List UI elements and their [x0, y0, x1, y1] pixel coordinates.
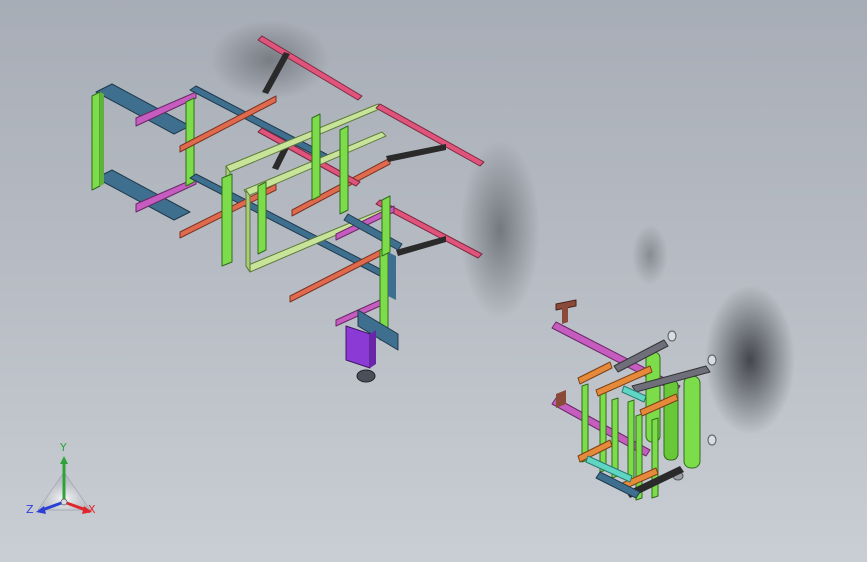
- assembly-model-view[interactable]: [0, 0, 867, 562]
- light-green-frame[interactable]: [221, 103, 391, 273]
- triad-origin: [60, 498, 68, 506]
- cad-3d-viewport[interactable]: Y X Z: [0, 0, 867, 562]
- y-axis-label: Y: [60, 441, 67, 454]
- y-axis-arrow: [60, 456, 68, 464]
- salmon-cross-bars[interactable]: [179, 95, 391, 303]
- purple-motor-box[interactable]: [345, 325, 376, 383]
- reference-triad[interactable]: Y X Z: [22, 442, 106, 524]
- x-axis-label: X: [88, 503, 96, 516]
- z-axis-label: Z: [26, 503, 34, 516]
- right-roller-assembly[interactable]: [551, 299, 717, 501]
